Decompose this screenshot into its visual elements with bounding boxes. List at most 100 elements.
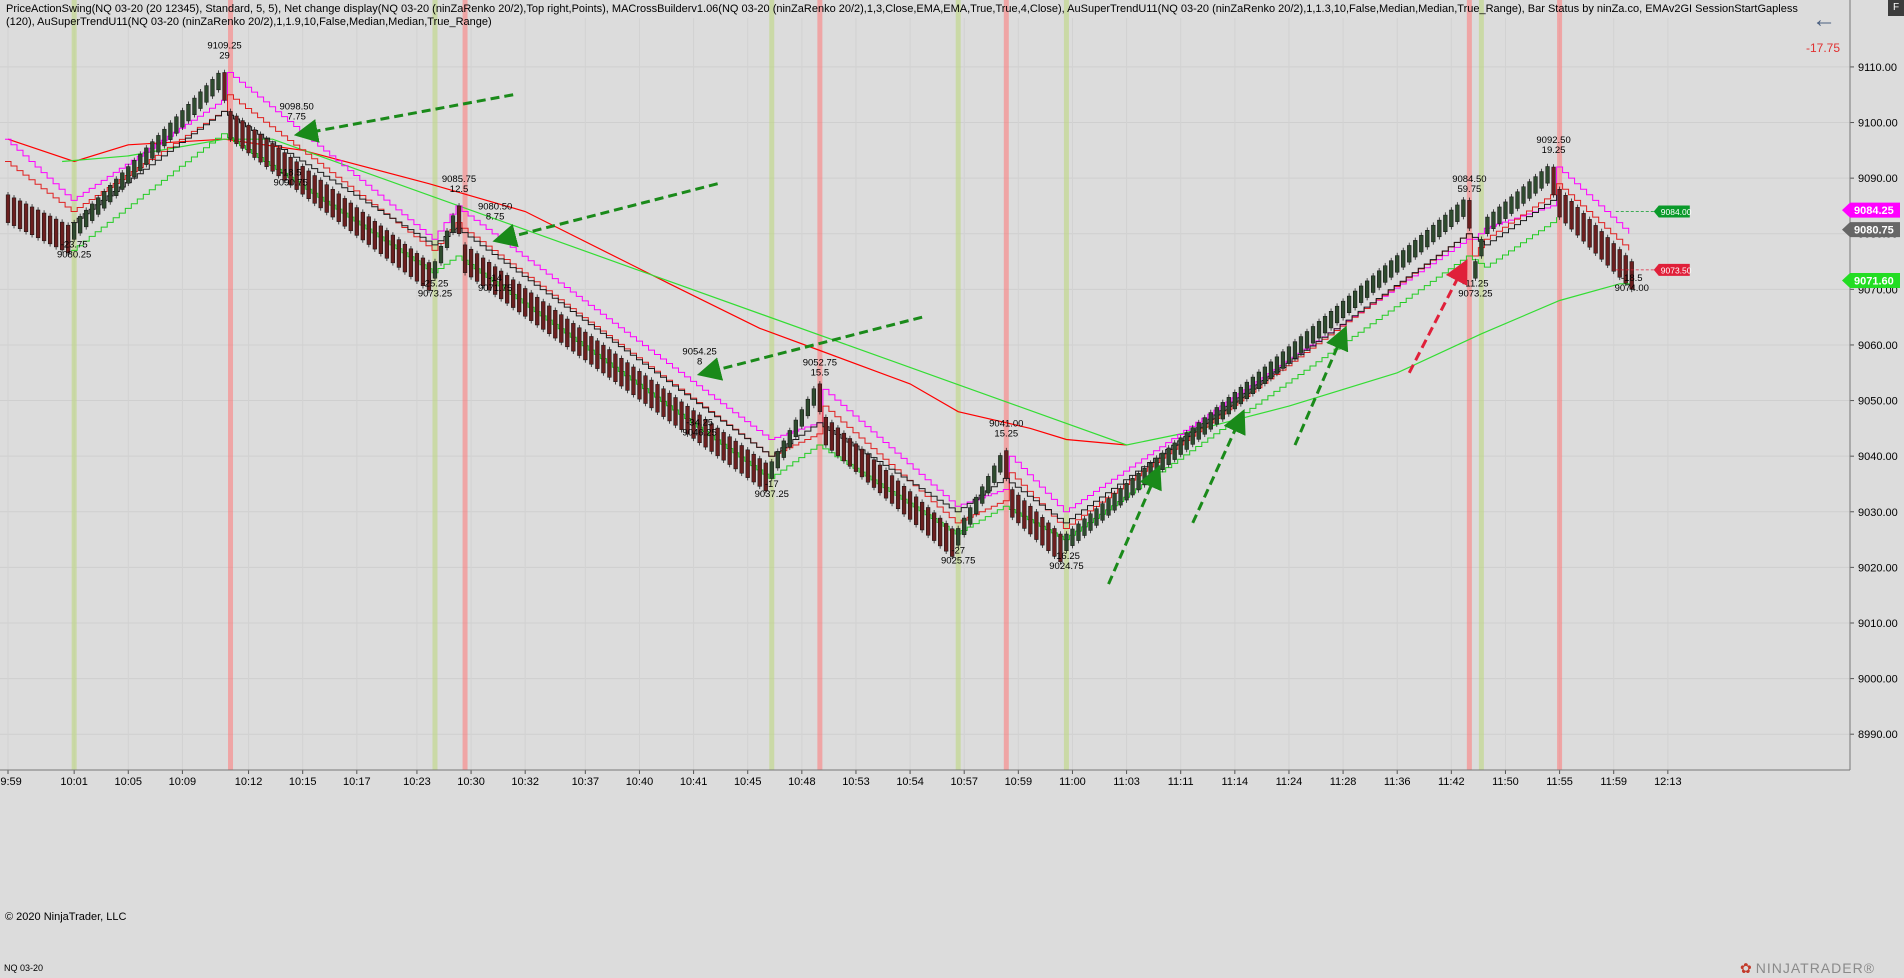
session-marker-red xyxy=(1466,0,1472,770)
renko-bar-down xyxy=(29,206,35,236)
renko-bar-up xyxy=(150,141,155,159)
renko-bar-down xyxy=(823,416,829,446)
swing-label-text: 19.25 xyxy=(1542,145,1566,156)
renko-bar-down xyxy=(1551,166,1556,196)
renko-bar-down xyxy=(673,397,678,426)
axis-price-flag-label: 9080.75 xyxy=(1854,225,1894,237)
renko-bar-up xyxy=(90,203,95,221)
renko-bar-down xyxy=(1557,189,1562,218)
x-tick-label: 10:09 xyxy=(169,776,197,788)
ninja-logo-icon: ✿ xyxy=(1740,960,1753,976)
session-marker-red xyxy=(462,0,468,770)
renko-bar-down xyxy=(631,366,636,396)
renko-bar-down xyxy=(234,115,239,145)
renko-bar-up xyxy=(811,388,816,406)
renko-bar-down xyxy=(354,207,359,236)
x-tick-label: 10:30 xyxy=(457,776,485,788)
session-marker-green xyxy=(769,0,775,770)
renko-bar-down xyxy=(1563,195,1568,224)
renko-bar-up xyxy=(974,496,979,515)
arrow-left-icon[interactable]: ← xyxy=(1812,6,1836,34)
instrument-label: NQ 03-20 xyxy=(4,963,44,973)
x-tick-label: 10:54 xyxy=(896,776,924,788)
renko-bar-up xyxy=(1407,245,1412,263)
renko-bar-down xyxy=(733,440,738,470)
renko-bar-up xyxy=(1286,346,1292,364)
renko-bar-up xyxy=(992,465,997,483)
renko-bar-down xyxy=(643,375,648,404)
renko-bar-down xyxy=(559,314,564,343)
renko-bar-up xyxy=(805,398,810,417)
grid-lines xyxy=(0,18,1850,770)
renko-bar-down xyxy=(757,458,762,487)
renko-bar-up xyxy=(1340,300,1346,319)
renko-bar-up xyxy=(1515,191,1520,209)
renko-bar-up xyxy=(1461,199,1466,217)
copyright-text: © 2020 NinjaTrader, LLC xyxy=(5,911,127,923)
renko-bar-down xyxy=(414,253,420,282)
renko-bar-up xyxy=(126,166,131,184)
supertrend-green-line xyxy=(71,133,1558,541)
y-tick-label: 9060.00 xyxy=(1858,340,1898,352)
renko-bar-down xyxy=(565,318,570,348)
renko-bar-up xyxy=(1310,326,1316,344)
renko-bar-down xyxy=(547,305,552,334)
x-tick-label: 11:03 xyxy=(1113,776,1140,788)
renko-bar-down xyxy=(913,496,919,525)
renko-bar-down xyxy=(619,358,624,387)
y-tick-label: 9040.00 xyxy=(1858,451,1898,463)
renko-bar-down xyxy=(613,353,618,382)
renko-bar-up xyxy=(1334,305,1340,324)
x-tick-label: 11:28 xyxy=(1330,776,1357,788)
renko-bar-up xyxy=(1539,171,1544,189)
renko-bar-up xyxy=(1401,250,1406,268)
renko-bar-up xyxy=(1491,211,1496,229)
renko-bar-up xyxy=(968,507,973,525)
renko-bar-down xyxy=(571,323,576,352)
swing-label-text: 8 xyxy=(697,356,702,367)
annotation-arrow-green xyxy=(492,182,719,248)
ninjatrader-logo: ✿ NINJATRADER® xyxy=(1740,960,1875,977)
renko-bar-down xyxy=(944,523,949,552)
x-tick-label: 10:57 xyxy=(950,776,978,788)
renko-bar-up xyxy=(162,128,167,147)
renko-bar-down xyxy=(318,179,323,209)
renko-bar-up xyxy=(1274,356,1280,374)
renko-bar-down xyxy=(739,445,744,474)
renko-bar-up xyxy=(1304,331,1310,349)
renko-bar-up xyxy=(998,455,1003,473)
renko-bar-up xyxy=(1322,316,1328,334)
renko-bar-down xyxy=(1605,237,1610,266)
x-tick-label: 10:12 xyxy=(235,776,263,788)
renko-bar-down xyxy=(889,475,895,504)
renko-bar-down xyxy=(5,194,11,223)
renko-bar-up xyxy=(102,191,107,209)
x-tick-label: 10:23 xyxy=(403,776,431,788)
renko-bar-up xyxy=(1112,493,1117,511)
renko-bar-down xyxy=(264,138,269,167)
axis-price-flag-label: 9071.60 xyxy=(1854,275,1894,287)
renko-bar-up xyxy=(1419,235,1424,253)
renko-bar-up xyxy=(1509,196,1514,214)
renko-bar-down xyxy=(384,230,389,259)
renko-bar-down xyxy=(655,384,660,413)
y-tick-label: 9020.00 xyxy=(1858,562,1898,574)
renko-bar-down xyxy=(23,203,29,232)
swing-label-text: 15.25 xyxy=(994,429,1018,440)
price-chart[interactable]: -23.759080.259109.25299098.507.75-18.590… xyxy=(0,0,1904,978)
renko-bar-up xyxy=(216,72,221,91)
axes: 8990.00 9000.00 9010.00 9020.00 9030.00 9040.… xyxy=(0,0,1898,788)
swing-label-text: 59.75 xyxy=(1457,184,1481,195)
renko-bar-up xyxy=(1521,186,1526,204)
renko-bar-down xyxy=(847,438,853,467)
renko-bar-up xyxy=(1377,270,1382,288)
renko-bar-up xyxy=(198,91,203,109)
swing-label-text: 8.75 xyxy=(486,212,505,223)
renko-bar-down xyxy=(258,134,263,163)
swing-label-text: 9071.75 xyxy=(478,283,512,294)
renko-bar-down xyxy=(342,198,347,227)
renko-bar-down xyxy=(1581,213,1586,242)
x-tick-label: 11:24 xyxy=(1276,776,1303,788)
renko-bar-up xyxy=(1076,523,1081,541)
corner-button[interactable]: F xyxy=(1888,0,1904,16)
